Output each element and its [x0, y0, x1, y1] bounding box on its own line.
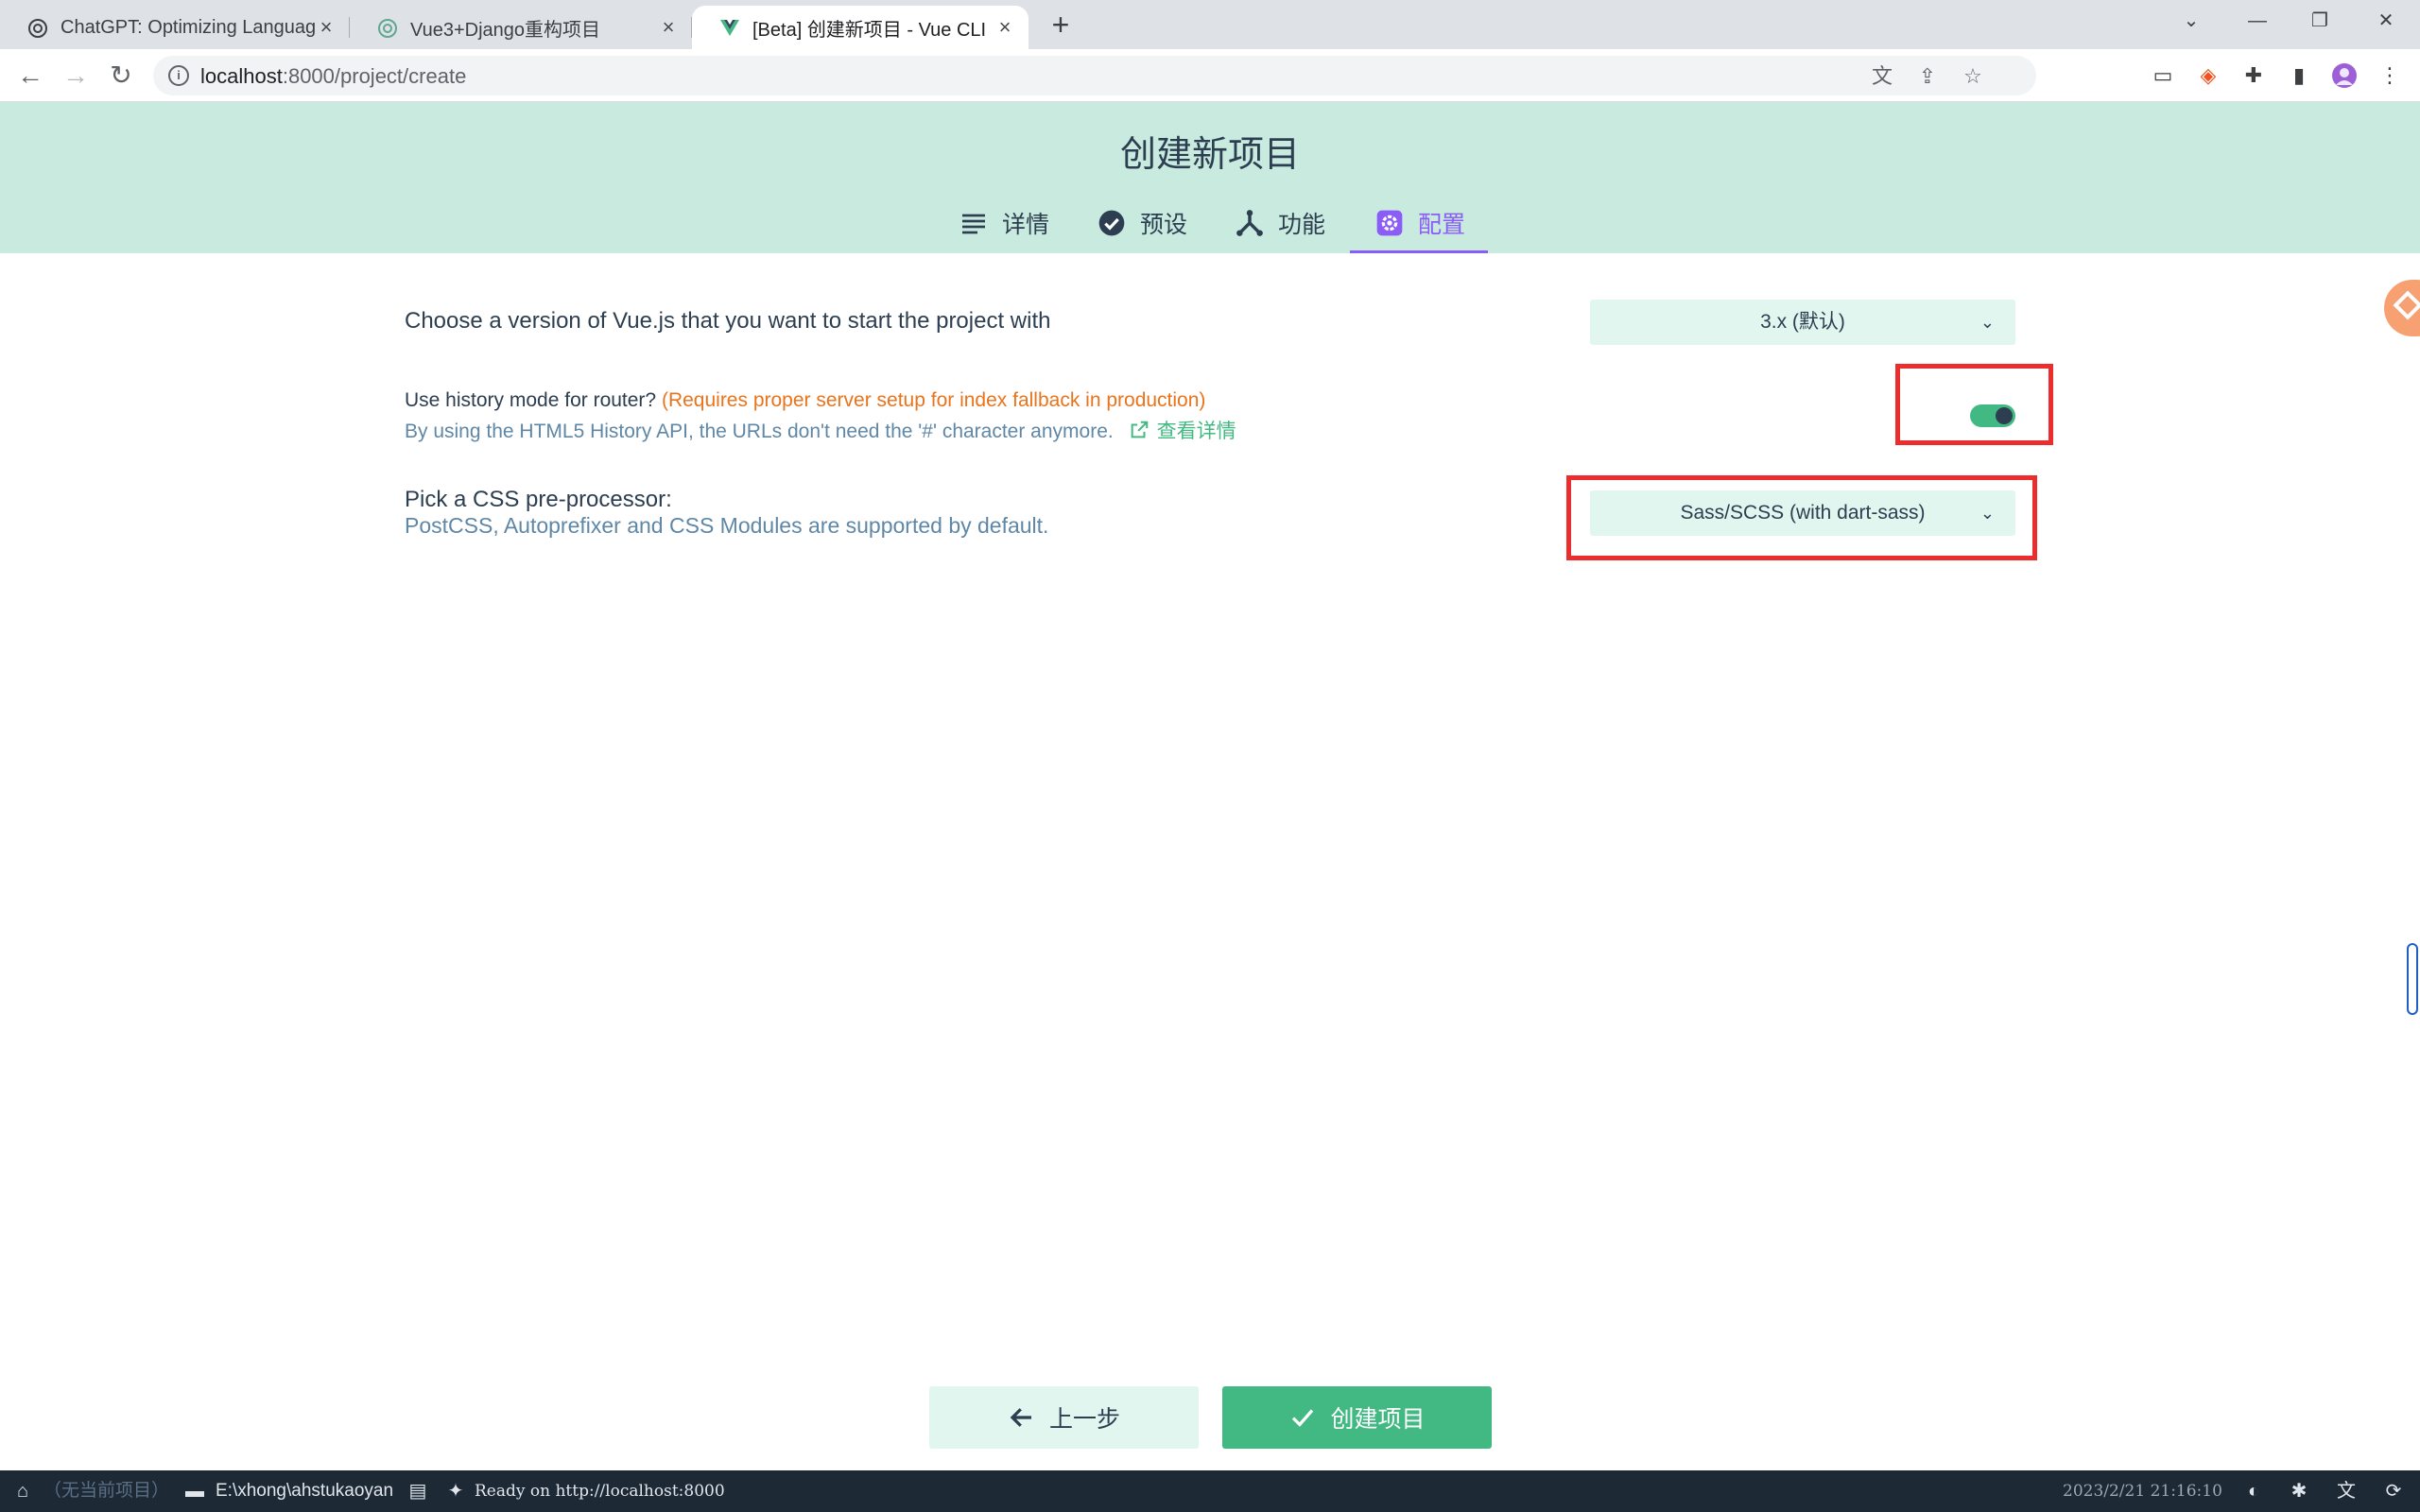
- close-window-button[interactable]: ✕: [2367, 6, 2405, 36]
- close-icon[interactable]: ×: [993, 15, 1017, 40]
- vue-version-label: Choose a version of Vue.js that you want…: [405, 308, 1051, 334]
- log-icon: ✦: [447, 1481, 464, 1502]
- tab-label: 预设: [1140, 212, 1188, 238]
- scrollbar-thumb[interactable]: [2407, 943, 2418, 1015]
- theme-toggle-icon[interactable]: ◐: [2242, 1480, 2265, 1503]
- vue-icon: [720, 20, 739, 36]
- extensions-puzzle-icon[interactable]: ✚: [2240, 62, 2267, 89]
- status-bar: ⌂ （无当前项目） ▬ E:\xhong\ahstukaoyan ▤ ✦ Rea…: [0, 1470, 2420, 1512]
- tab-presets[interactable]: 预设: [1097, 206, 1187, 253]
- close-icon[interactable]: ×: [656, 15, 681, 40]
- status-datetime: 2023/2/21 21:16:10: [2063, 1482, 2222, 1501]
- url-text: localhost:8000/project/create: [200, 64, 467, 88]
- toggle-knob: [1996, 407, 2013, 424]
- css-preprocessor-value: Sass/SCSS (with dart-sass): [1680, 502, 1926, 524]
- history-mode-toggle[interactable]: [1970, 404, 2015, 427]
- history-mode-label: Use history mode for router? (Requires p…: [405, 389, 1206, 411]
- reload-button[interactable]: ↻: [104, 59, 138, 93]
- address-bar[interactable]: i localhost:8000/project/create 文 ⇪ ☆: [153, 56, 2036, 95]
- chatgpt-icon: [378, 19, 397, 38]
- floating-devtools-badge[interactable]: [2384, 280, 2420, 336]
- browser-tab-vue-django[interactable]: Vue3+Django重构项目 ×: [350, 6, 692, 49]
- page-title: 创建新项目: [1119, 135, 1300, 175]
- list-icon: [962, 214, 985, 234]
- tab-label: 详情: [1002, 212, 1050, 238]
- new-tab-button[interactable]: +: [1044, 8, 1078, 42]
- vue-version-value: 3.x (默认): [1760, 311, 1845, 333]
- reading-list-icon[interactable]: ▭: [2150, 62, 2176, 89]
- status-log[interactable]: Ready on http://localhost:8000: [475, 1470, 725, 1512]
- site-info-icon[interactable]: i: [168, 65, 189, 86]
- console-icon[interactable]: ▤: [406, 1480, 429, 1503]
- folder-icon: ▬: [185, 1481, 204, 1502]
- forward-button[interactable]: →: [59, 59, 93, 93]
- tab-title: Vue3+Django重构项目: [410, 19, 601, 41]
- previous-step-button[interactable]: 上一步: [929, 1386, 1199, 1449]
- check-circle-icon: [1098, 210, 1125, 236]
- css-preprocessor-label: Pick a CSS pre-processor:: [405, 487, 672, 512]
- fork-icon: [1236, 210, 1263, 236]
- chatgpt-icon: [28, 19, 47, 38]
- tab-details[interactable]: 详情: [959, 206, 1049, 253]
- browser-toolbar: ← → ↻ i localhost:8000/project/create 文 …: [0, 49, 2420, 102]
- browser-tab-bar: ChatGPT: Optimizing Languag × Vue3+Djang…: [0, 0, 2420, 49]
- browser-tab-chatgpt[interactable]: ChatGPT: Optimizing Languag ×: [0, 6, 350, 49]
- highlight-box-toggle: [1895, 364, 2053, 445]
- back-button[interactable]: ←: [13, 59, 47, 93]
- create-project-label: 创建项目: [1330, 1406, 1426, 1433]
- bug-icon[interactable]: ✱: [2288, 1480, 2310, 1503]
- diamond-icon: [2393, 290, 2420, 320]
- extension-orange-icon[interactable]: ◈: [2195, 62, 2221, 89]
- gear-icon: [1376, 210, 1403, 236]
- current-project[interactable]: （无当前项目）: [43, 1470, 169, 1512]
- external-link-icon: [1131, 421, 1148, 438]
- css-preprocessor-description: PostCSS, Autoprefixer and CSS Modules ar…: [405, 513, 1049, 538]
- browser-tab-vue-cli[interactable]: [Beta] 创建新项目 - Vue CLI ×: [692, 6, 1028, 49]
- avatar[interactable]: [2331, 62, 2358, 89]
- create-project-button[interactable]: 创建项目: [1222, 1386, 1492, 1449]
- arrow-left-icon: [1010, 1408, 1031, 1427]
- history-mode-warning: (Requires proper server setup for index …: [661, 389, 1206, 411]
- close-icon[interactable]: ×: [314, 15, 338, 40]
- chevron-down-icon: ⌄: [1979, 504, 1995, 523]
- home-icon[interactable]: ⌂: [11, 1480, 34, 1503]
- tab-search-icon[interactable]: ⌄: [2172, 6, 2210, 36]
- check-icon: [1292, 1409, 1314, 1427]
- step-tabs: 详情 预设 功能 配置: [0, 206, 2420, 253]
- css-preprocessor-select[interactable]: Sass/SCSS (with dart-sass) ⌄: [1590, 490, 2015, 536]
- tab-label: 功能: [1278, 212, 1326, 238]
- tab-title: [Beta] 创建新项目 - Vue CLI: [752, 19, 987, 41]
- translate-icon[interactable]: 文: [2335, 1480, 2358, 1503]
- restore-button[interactable]: ❐: [2301, 6, 2339, 36]
- tab-config[interactable]: 配置: [1350, 206, 1488, 253]
- refresh-icon[interactable]: ⟳: [2382, 1480, 2405, 1503]
- vue-version-select[interactable]: 3.x (默认) ⌄: [1590, 300, 2015, 345]
- app-header: 创建新项目 详情 预设 功能 配置: [0, 102, 2420, 253]
- more-info-link[interactable]: 查看详情: [1157, 421, 1236, 442]
- translate-icon[interactable]: 文: [1870, 64, 1894, 89]
- history-mode-description: By using the HTML5 History API, the URLs…: [405, 421, 1236, 442]
- side-panel-icon[interactable]: ▮: [2286, 62, 2312, 89]
- bookmark-star-icon[interactable]: ☆: [1961, 64, 1985, 89]
- tab-label: 配置: [1418, 212, 1466, 238]
- share-icon[interactable]: ⇪: [1915, 64, 1940, 89]
- previous-step-label: 上一步: [1048, 1406, 1120, 1433]
- tab-features[interactable]: 功能: [1235, 206, 1325, 253]
- current-folder[interactable]: E:\xhong\ahstukaoyan: [216, 1470, 393, 1512]
- browser-menu-icon[interactable]: ⋮: [2377, 62, 2403, 89]
- chevron-down-icon: ⌄: [1979, 313, 1995, 332]
- minimize-button[interactable]: —: [2238, 6, 2276, 36]
- tab-title: ChatGPT: Optimizing Languag: [60, 16, 317, 38]
